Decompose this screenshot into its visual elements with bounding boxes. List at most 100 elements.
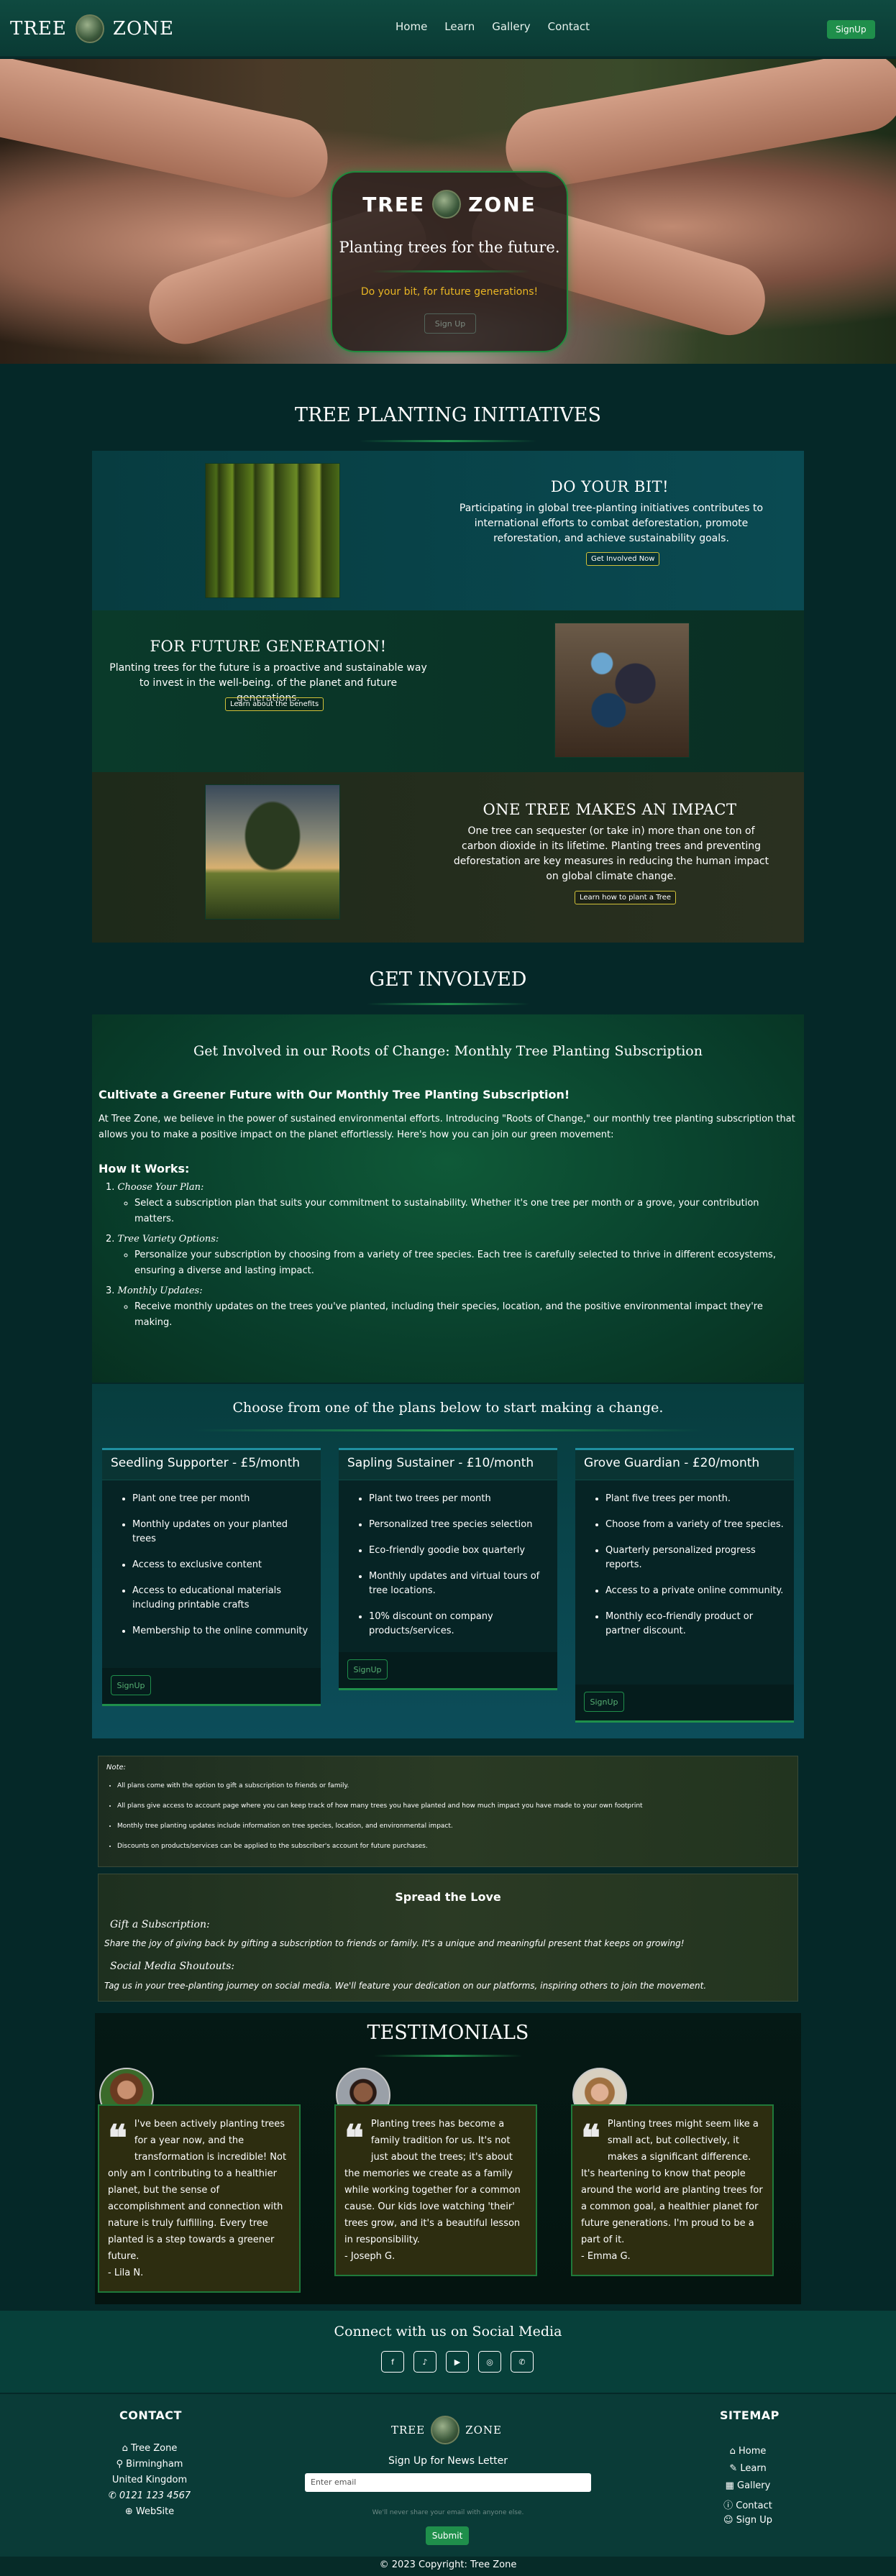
get-involved-underline <box>367 1003 529 1005</box>
social-icons: f ♪ ▶ ◎ ✆ <box>381 2351 534 2373</box>
plans-section: Choose from one of the plans below to st… <box>92 1384 804 1738</box>
plan-feature: Monthly updates on your planted trees <box>132 1518 312 1546</box>
newsletter-email-input[interactable]: Enter email <box>305 2473 591 2492</box>
step-text: Personalize your subscription by choosin… <box>134 1247 797 1279</box>
quote-icon: ❝ <box>344 2117 364 2159</box>
footer-brand-left: TREE <box>391 2424 426 2437</box>
plans-title: Choose from one of the plans below to st… <box>232 1400 664 1416</box>
note-item: Monthly tree planting updates include in… <box>117 1821 786 1831</box>
step-title: Tree Variety Options: <box>117 1234 219 1245</box>
plan-name: Seedling Supporter - £5/month <box>102 1450 321 1480</box>
get-involved-button[interactable]: Get Involved Now <box>586 552 660 566</box>
step-text: Receive monthly updates on the trees you… <box>134 1299 797 1331</box>
step-item: 1. Choose Your Plan: Select a subscripti… <box>106 1180 797 1227</box>
hero-signup-button[interactable]: Sign Up <box>424 313 476 334</box>
plan-feature: Personalized tree species selection <box>369 1518 549 1532</box>
globe-icon <box>432 190 462 219</box>
gift-text: Share the joy of giving back by gifting … <box>104 1938 685 1948</box>
initiative-text: Participating in global tree-planting in… <box>459 503 764 544</box>
nav-links: Home Learn Gallery Contact <box>396 20 590 33</box>
plan-feature: Plant two trees per month <box>369 1492 549 1506</box>
testimonial-text: I've been actively planting trees for a … <box>108 2119 287 2262</box>
plan-feature: Monthly updates and virtual tours of tre… <box>369 1569 549 1598</box>
step-number: 1. <box>106 1182 115 1193</box>
testimonials-title: TESTIMONIALS <box>367 2022 529 2044</box>
note-item: Discounts on products/services can be ap… <box>117 1841 786 1851</box>
navbar: TREE ZONE Home Learn Gallery Contact Sig… <box>0 0 896 58</box>
social-title: Connect with us on Social Media <box>334 2324 562 2339</box>
sitemap-learn[interactable]: ✎ Learn <box>683 2463 813 2474</box>
facebook-icon[interactable]: f <box>381 2351 404 2373</box>
plan-footer: SignUp <box>102 1668 321 1704</box>
plan-feature: Monthly eco-friendly product or partner … <box>605 1610 785 1638</box>
hero-divider <box>372 270 530 272</box>
sitemap-signup[interactable]: ☺ Sign Up <box>683 2515 813 2526</box>
brand-right: ZONE <box>112 18 175 40</box>
plan-signup-button[interactable]: SignUp <box>111 1675 151 1695</box>
newsletter-submit-button[interactable]: Submit <box>426 2526 469 2545</box>
contact-phone[interactable]: ✆ 0121 123 4567 <box>85 2490 214 2501</box>
globe-icon <box>75 14 104 43</box>
social-shoutouts-title: Social Media Shoutouts: <box>110 1961 235 1972</box>
copyright: © 2023 Copyright: Tree Zone <box>0 2557 896 2576</box>
spread-title: Spread the Love <box>395 1890 501 1904</box>
step-text: Select a subscription plan that suits yo… <box>134 1196 797 1227</box>
plan-feature: Plant five trees per month. <box>605 1492 785 1506</box>
hero-card: TREE ZONE Planting trees for the future.… <box>331 171 568 352</box>
whatsapp-icon[interactable]: ✆ <box>511 2351 534 2373</box>
plan-card-sapling: Sapling Sustainer - £10/month Plant two … <box>339 1448 557 1690</box>
sitemap-contact[interactable]: ⓘ Contact <box>683 2498 813 2511</box>
nav-link-contact[interactable]: Contact <box>548 20 590 33</box>
contact-title: CONTACT <box>119 2408 182 2422</box>
note-title: Note: <box>106 1764 127 1771</box>
plan-feature: Access to exclusive content <box>132 1558 312 1572</box>
testimonial-text: Planting trees has become a family tradi… <box>344 2119 521 2245</box>
plan-feature: Choose from a variety of tree species. <box>605 1518 785 1532</box>
sitemap-gallery[interactable]: ▦ Gallery <box>683 2480 813 2491</box>
tiktok-icon[interactable]: ♪ <box>413 2351 436 2373</box>
plans-underline <box>193 1429 703 1431</box>
step-number: 3. <box>106 1285 115 1296</box>
plan-feature: Plant one tree per month <box>132 1492 312 1506</box>
learn-benefits-button[interactable]: Learn about the benefits <box>225 697 324 711</box>
testimonial-card: ❝ I've been actively planting trees for … <box>98 2104 301 2293</box>
contact-country: United Kingdom <box>111 2475 188 2485</box>
nav-link-learn[interactable]: Learn <box>444 20 475 33</box>
initiatives-title: TREE PLANTING INITIATIVES <box>294 404 602 426</box>
sitemap-learn-label: Learn <box>740 2463 767 2474</box>
hero-hand-image <box>499 59 896 194</box>
brand-logo[interactable]: TREE ZONE <box>10 13 174 45</box>
plan-signup-button[interactable]: SignUp <box>347 1659 388 1679</box>
plan-card-seedling: Seedling Supporter - £5/month Plant one … <box>102 1448 321 1706</box>
social-shoutouts-text: Tag us in your tree-planting journey on … <box>104 1981 707 1991</box>
plan-signup-button[interactable]: SignUp <box>584 1692 624 1712</box>
sitemap-title: SITEMAP <box>720 2408 780 2422</box>
contact-name: ⌂ Tree Zone <box>122 2443 178 2454</box>
testimonial-card: ❝ Planting trees has become a family tra… <box>334 2104 537 2276</box>
youtube-icon[interactable]: ▶ <box>446 2351 469 2373</box>
step-title: Choose Your Plan: <box>117 1182 204 1193</box>
sitemap-home[interactable]: ⌂ Home <box>683 2446 813 2457</box>
signup-button[interactable]: SignUp <box>827 20 875 39</box>
learn-plant-tree-button[interactable]: Learn how to plant a Tree <box>575 891 676 904</box>
how-it-works-heading: How It Works: <box>99 1162 190 1175</box>
testimonial-text: Planting trees might seem like a small a… <box>581 2119 763 2245</box>
plan-feature: Access to a private online community. <box>605 1584 785 1598</box>
plan-feature: Access to educational materials includin… <box>132 1584 312 1613</box>
step-number: 2. <box>106 1234 115 1245</box>
plans-note: Note: All plans come with the option to … <box>98 1756 798 1867</box>
sitemap-contact-label: Contact <box>736 2501 772 2511</box>
lone-tree-photo <box>205 784 340 920</box>
testimonial-card: ❝ Planting trees might seem like a small… <box>571 2104 774 2276</box>
footer-brand-right: ZONE <box>465 2424 502 2437</box>
footer: CONTACT ⌂ Tree Zone ⚲ Birmingham United … <box>0 2394 896 2557</box>
initiative-text: One tree can sequester (or take in) more… <box>453 825 769 882</box>
plan-feature: Membership to the online community <box>132 1624 312 1638</box>
nav-link-home[interactable]: Home <box>396 20 427 33</box>
footer-logo[interactable]: TREE ZONE <box>391 2416 502 2444</box>
nav-link-gallery[interactable]: Gallery <box>492 20 530 33</box>
step-item: 2. Tree Variety Options: Personalize you… <box>106 1232 797 1279</box>
hero-brand-right: ZONE <box>468 192 536 216</box>
plan-card-grove: Grove Guardian - £20/month Plant five tr… <box>575 1448 794 1723</box>
instagram-icon[interactable]: ◎ <box>478 2351 501 2373</box>
